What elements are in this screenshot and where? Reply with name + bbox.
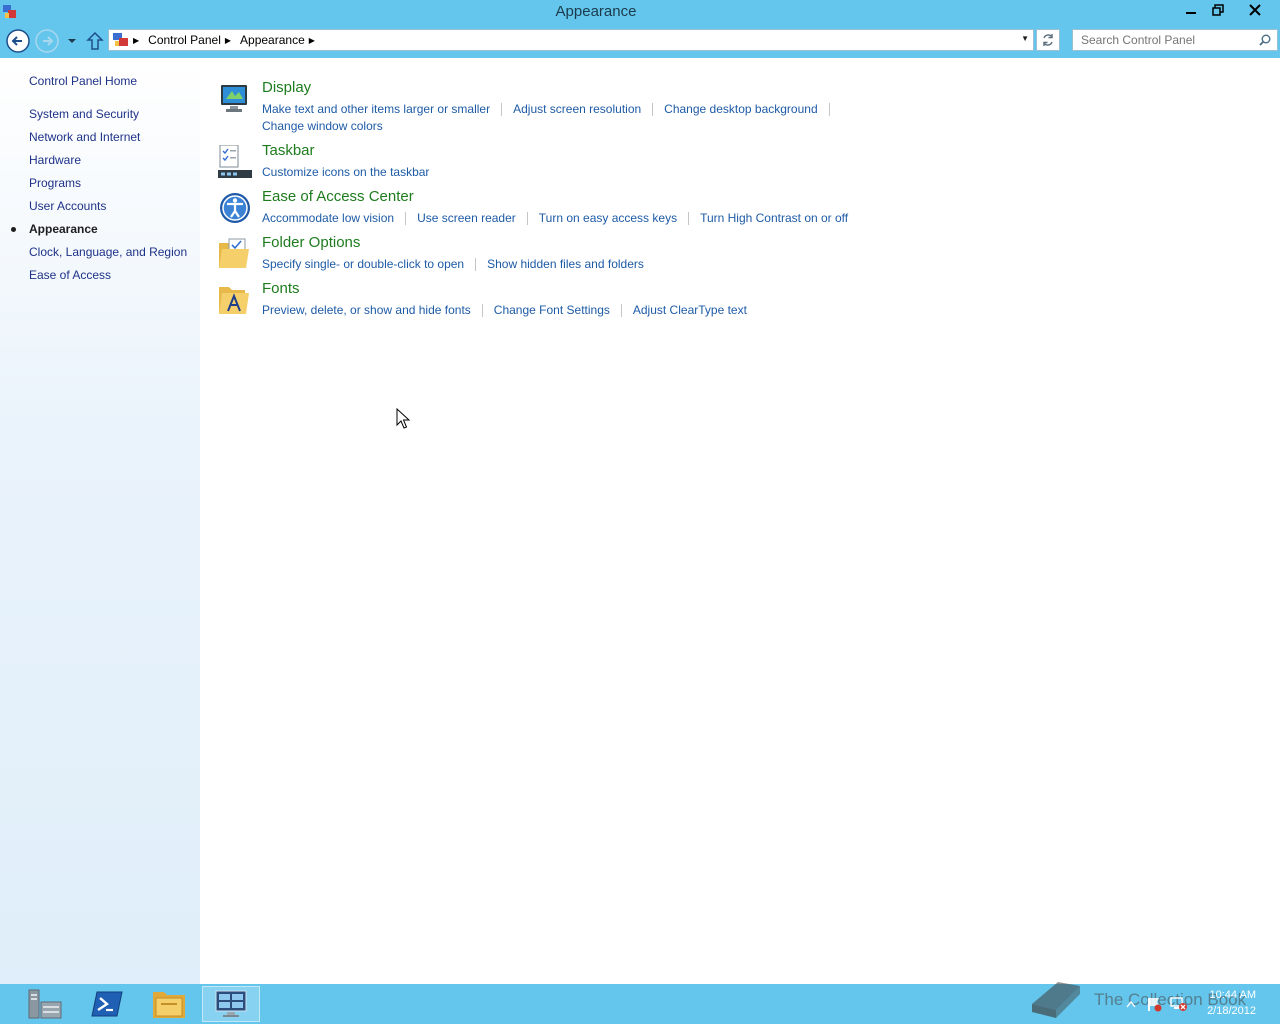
sidebar-item-hardware[interactable]: Hardware [29, 153, 187, 176]
taskbar-server-manager-button[interactable] [16, 986, 74, 1022]
left-navigation-pane: Control Panel Home System and Security N… [0, 58, 200, 984]
powershell-icon [91, 991, 123, 1017]
breadcrumb-chevron-icon[interactable]: ▶ [133, 36, 139, 45]
task-link[interactable]: Show hidden files and folders [487, 256, 644, 273]
task-link[interactable]: Turn on easy access keys [539, 210, 677, 227]
link-divider [501, 103, 503, 116]
task-link[interactable]: Use screen reader [417, 210, 516, 227]
main-content: Display Make text and other items larger… [200, 58, 1280, 984]
close-icon [1249, 4, 1261, 16]
current-item-bullet-icon [11, 227, 16, 232]
taskbar-control-panel-button[interactable] [202, 986, 260, 1022]
task-link[interactable]: Adjust ClearType text [633, 302, 747, 319]
sidebar-item-ease-of-access[interactable]: Ease of Access [29, 268, 187, 291]
task-link[interactable]: Make text and other items larger or smal… [262, 101, 490, 118]
task-link[interactable]: Customize icons on the taskbar [262, 164, 429, 181]
link-divider [481, 304, 483, 317]
display-title-link[interactable]: Display [262, 79, 311, 96]
task-link[interactable]: Adjust screen resolution [513, 101, 641, 118]
clock[interactable]: 10:44 AM 2/18/2012 [1202, 987, 1256, 1019]
display-monitor-icon[interactable] [218, 82, 252, 116]
search-icon[interactable] [1259, 34, 1271, 46]
task-link[interactable]: Preview, delete, or show and hide fonts [262, 302, 471, 319]
link-divider [620, 304, 622, 317]
task-link[interactable]: Change window colors [262, 118, 383, 135]
folder-options-title-link[interactable]: Folder Options [262, 234, 360, 251]
minimize-icon [1186, 12, 1196, 14]
fonts-task-links: Preview, delete, or show and hide fonts … [262, 302, 882, 319]
task-link[interactable]: Turn High Contrast on or off [700, 210, 848, 227]
search-input[interactable] [1073, 30, 1261, 50]
category-nav-list: System and Security Network and Internet… [11, 107, 187, 291]
sidebar-item-appearance: Appearance [11, 222, 187, 245]
link-divider [405, 212, 407, 225]
taskbar-icon[interactable] [218, 145, 252, 179]
link-divider [828, 103, 830, 116]
title-bar: Appearance [0, 0, 1280, 26]
refresh-button[interactable] [1036, 29, 1060, 51]
action-center-flag-icon[interactable] [1146, 996, 1162, 1012]
taskbar-task-links: Customize icons on the taskbar [262, 164, 882, 181]
breadcrumb-chevron-icon[interactable]: ▶ [309, 36, 315, 45]
task-link[interactable]: Change desktop background [664, 101, 817, 118]
clock-time: 10:44 AM [1209, 989, 1256, 1001]
taskbar: The Collection Book 10:44 AM 2/18/2012 [0, 982, 1280, 1024]
recent-locations-dropdown-icon[interactable] [66, 34, 78, 48]
close-button[interactable] [1232, 0, 1278, 20]
breadcrumb-control-panel[interactable]: Control Panel [148, 33, 221, 47]
taskbar-powershell-button[interactable] [78, 986, 136, 1022]
server-manager-icon [28, 989, 62, 1019]
taskbar-title-link[interactable]: Taskbar [262, 142, 315, 159]
folder-options-task-links: Specify single- or double-click to open … [262, 256, 882, 273]
window-title: Appearance [555, 3, 637, 20]
navigation-bar: ▶ Control Panel ▶ Appearance ▶ ▼ [0, 26, 1280, 58]
breadcrumb-appearance[interactable]: Appearance [240, 33, 305, 47]
ease-of-access-task-links: Accommodate low vision Use screen reader… [262, 210, 882, 227]
breadcrumb: ▶ Control Panel ▶ Appearance ▶ [133, 33, 324, 47]
sidebar-item-clock-language-and-region[interactable]: Clock, Language, and Region [29, 245, 187, 268]
file-explorer-folder-icon [153, 992, 185, 1018]
back-arrow-icon[interactable] [6, 29, 30, 53]
network-disconnected-icon[interactable] [1170, 996, 1188, 1012]
task-link[interactable]: Accommodate low vision [262, 210, 394, 227]
ease-of-access-center-title-link[interactable]: Ease of Access Center [262, 188, 414, 205]
restore-button[interactable] [1205, 0, 1231, 20]
search-box[interactable] [1072, 29, 1278, 51]
fonts-title-link[interactable]: Fonts [262, 280, 300, 297]
control-panel-window-icon [215, 990, 247, 1017]
address-dropdown-icon[interactable]: ▼ [1021, 34, 1029, 43]
show-hidden-icons-chevron-icon[interactable] [1126, 1000, 1136, 1008]
control-panel-home-link[interactable]: Control Panel Home [29, 74, 137, 88]
taskbar-file-explorer-button[interactable] [140, 986, 198, 1022]
sidebar-item-system-and-security[interactable]: System and Security [29, 107, 187, 130]
display-task-links: Make text and other items larger or smal… [262, 101, 882, 135]
link-divider [475, 258, 477, 271]
address-bar[interactable]: ▶ Control Panel ▶ Appearance ▶ ▼ [108, 29, 1034, 51]
refresh-icon [1043, 34, 1053, 46]
mouse-pointer-icon [396, 408, 410, 429]
minimize-button[interactable] [1178, 0, 1204, 20]
task-link[interactable]: Specify single- or double-click to open [262, 256, 464, 273]
link-divider [526, 212, 528, 225]
breadcrumb-chevron-icon[interactable]: ▶ [225, 36, 231, 45]
link-divider [688, 212, 690, 225]
up-arrow-icon[interactable] [86, 31, 104, 51]
task-link[interactable]: Change Font Settings [494, 302, 610, 319]
clock-date: 2/18/2012 [1207, 1005, 1256, 1017]
sidebar-item-label: Appearance [29, 222, 98, 236]
ease-of-access-icon[interactable] [218, 191, 252, 225]
sidebar-item-programs[interactable]: Programs [29, 176, 187, 199]
fonts-folder-icon[interactable] [218, 283, 252, 317]
folder-options-icon[interactable] [218, 237, 252, 271]
sidebar-item-user-accounts[interactable]: User Accounts [29, 199, 187, 222]
restore-icon [1212, 4, 1224, 16]
sidebar-item-network-and-internet[interactable]: Network and Internet [29, 130, 187, 153]
control-panel-icon [113, 33, 128, 46]
book-logo-icon [1032, 982, 1080, 1018]
forward-arrow-icon[interactable] [35, 29, 59, 53]
link-divider [652, 103, 654, 116]
